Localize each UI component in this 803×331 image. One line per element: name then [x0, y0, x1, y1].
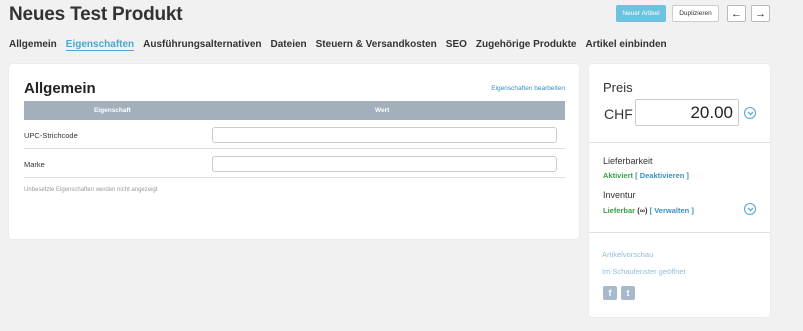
page-title: Neues Test Produkt [9, 4, 183, 25]
chevron-down-icon[interactable] [744, 203, 756, 215]
empty-properties-hint: Unbesetzte Eigenschaften werden nicht an… [24, 187, 158, 193]
card-title: Allgemein [24, 80, 96, 97]
chevron-down-icon[interactable] [744, 107, 756, 119]
tab-allgemein[interactable]: Allgemein [9, 39, 57, 51]
inventory-status-text: Lieferbar [603, 206, 636, 215]
price-input[interactable]: 20.00 [635, 99, 739, 126]
table-row: Marke [24, 150, 565, 178]
divider [589, 142, 770, 143]
tab-artikel-einbinden[interactable]: Artikel einbinden [585, 39, 666, 51]
tab-seo[interactable]: SEO [446, 39, 467, 51]
inventory-status: Lieferbar (∞) [ Verwalten ] [603, 206, 694, 215]
twitter-icon[interactable]: t [621, 286, 635, 300]
availability-status: Aktiviert [ Deaktivieren ] [603, 171, 689, 180]
table-header: Eigenschaft Wert [24, 101, 565, 120]
property-label-brand: Marke [24, 160, 45, 169]
new-article-button[interactable]: Neuer Artikel [616, 5, 666, 22]
table-row: UPC-Strichcode [24, 121, 565, 149]
tab-bar: Allgemein Eigenschaften Ausführungsalter… [9, 39, 676, 51]
price-label: Preis [603, 80, 633, 95]
price-sidebar-card: Preis CHF 20.00 Lieferbarkeit Aktiviert … [589, 64, 770, 317]
availability-active-text: Aktiviert [603, 171, 634, 180]
deactivate-link[interactable]: [ Deaktivieren ] [635, 171, 689, 180]
previous-arrow-icon[interactable]: ← [727, 5, 746, 22]
currency-label: CHF [604, 106, 633, 122]
duplicate-button[interactable]: Duplizieren [672, 5, 719, 22]
edit-properties-link[interactable]: Eigenschaften bearbeiten [491, 85, 565, 92]
tab-ausfuehrungsalternativen[interactable]: Ausführungsalternativen [143, 39, 261, 51]
article-preview-link[interactable]: Artikelvorschau [602, 250, 653, 259]
next-arrow-icon[interactable]: → [751, 5, 770, 22]
inventory-label: Inventur [603, 190, 636, 200]
properties-card: Allgemein Eigenschaften bearbeiten Eigen… [9, 64, 579, 239]
manage-inventory-link[interactable]: [ Verwalten ] [650, 206, 694, 215]
column-header-value: Wert [375, 107, 390, 114]
tab-dateien[interactable]: Dateien [271, 39, 307, 51]
tab-zugehoerige-produkte[interactable]: Zugehörige Produkte [476, 39, 577, 51]
tab-eigenschaften[interactable]: Eigenschaften [65, 39, 135, 51]
column-header-property: Eigenschaft [94, 107, 131, 114]
facebook-icon[interactable]: f [603, 286, 617, 300]
divider [589, 232, 770, 233]
tab-steuern-versandkosten[interactable]: Steuern & Versandkosten [316, 39, 437, 51]
property-label-upc: UPC-Strichcode [24, 131, 78, 140]
availability-label: Lieferbarkeit [603, 156, 653, 166]
infinity-icon: (∞) [637, 206, 648, 215]
upc-input[interactable] [212, 127, 557, 143]
storefront-link[interactable]: Im Schaufenster geöffnet [602, 267, 686, 276]
brand-input[interactable] [212, 156, 557, 172]
